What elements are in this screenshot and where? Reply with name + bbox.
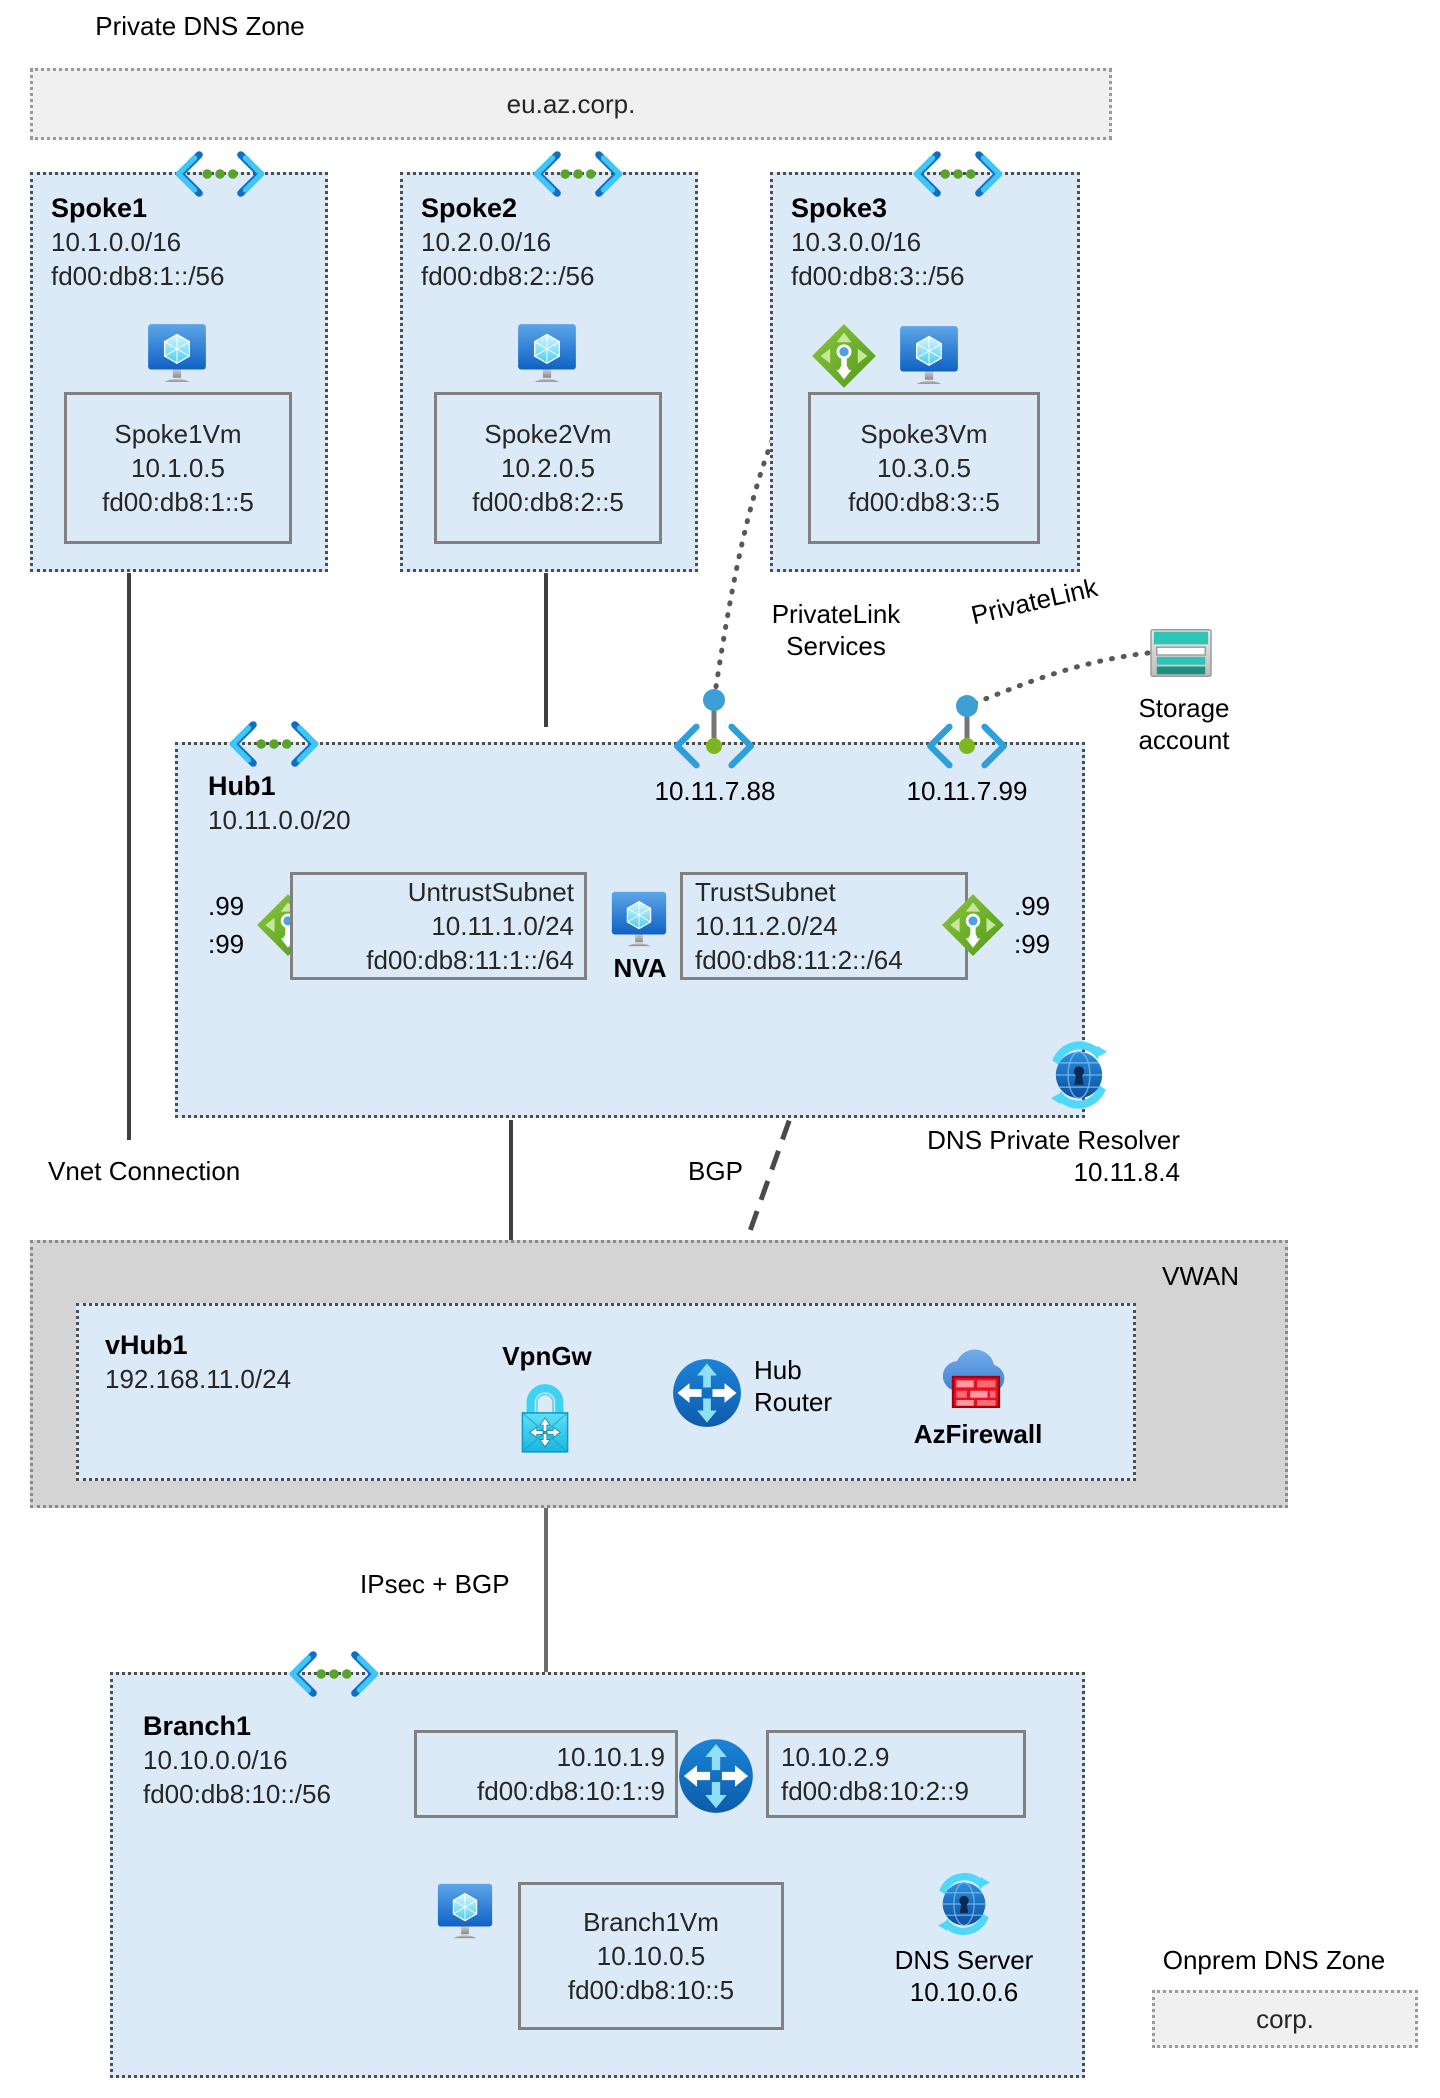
spoke1-cidr4: 10.1.0.0/16: [51, 227, 182, 257]
hub1-right-router-v4: .99: [1014, 891, 1051, 921]
spoke2-cidr4: 10.2.0.0/16: [421, 227, 552, 257]
azure-firewall-icon: [941, 1348, 1006, 1409]
branch1-vm-ip6: fd00:db8:10::5: [567, 1975, 735, 2005]
privatelink-services-label-line1: PrivateLink: [771, 599, 901, 629]
hub-router-icon: [679, 1739, 753, 1813]
storage-account-icon: [1150, 629, 1212, 677]
private-dns-zone-title: Private DNS Zone: [95, 11, 305, 41]
spoke3-cidr4: 10.3.0.0/16: [791, 227, 922, 257]
branch1-vm-box[interactable]: Branch1Vm 10.10.0.5 fd00:db8:10::5: [518, 1882, 784, 2030]
untrust-subnet-name: UntrustSubnet: [407, 877, 574, 907]
vm-icon: [147, 323, 207, 383]
branch1-iface-left-ip6: fd00:db8:10:1::9: [477, 1776, 665, 1806]
vnet-connector-icon: [530, 150, 626, 198]
trust-subnet-cidr4: 10.11.2.0/24: [695, 911, 838, 941]
vm-icon: [611, 891, 667, 947]
spoke1-vm-ip6: fd00:db8:1::5: [102, 487, 254, 517]
hub1-cidr4: 10.11.0.0/20: [208, 805, 351, 835]
spoke1-cidr6: fd00:db8:1::/56: [51, 261, 225, 291]
vnet-connector-icon: [172, 150, 268, 198]
hub-router-label-line1: Hub: [754, 1355, 802, 1385]
trust-subnet-cidr6: fd00:db8:11:2::/64: [695, 945, 903, 975]
route-table-icon: [812, 324, 876, 388]
onprem-dns-zone-box: corp.: [1152, 1990, 1418, 2048]
spoke3-vm-ip4: 10.3.0.5: [877, 453, 971, 483]
spoke1-vm-ip4: 10.1.0.5: [131, 453, 225, 483]
branch1-iface-right-box[interactable]: 10.10.2.9 fd00:db8:10:2::9: [766, 1730, 1026, 1818]
private-endpoint-icon: [919, 722, 1015, 770]
branch1-iface-right-ip4: 10.10.2.9: [781, 1742, 890, 1772]
private-dns-zone-box: eu.az.corp.: [30, 68, 1112, 140]
azfirewall-label: AzFirewall: [913, 1419, 1043, 1449]
network-diagram: Private DNS Zone eu.az.corp. Spoke1 10.1…: [0, 0, 1440, 2098]
hub1-right-router-v6: :99: [1014, 929, 1051, 959]
hub1-left-router-v4: .99: [208, 891, 245, 921]
untrust-subnet-cidr4: 10.11.1.0/24: [431, 911, 574, 941]
vnet-connector-icon: [226, 720, 322, 768]
bgp-label: BGP: [688, 1156, 743, 1186]
spoke2-vm-ip4: 10.2.0.5: [501, 453, 595, 483]
spoke1-vm-box[interactable]: Spoke1Vm 10.1.0.5 fd00:db8:1::5: [64, 392, 292, 544]
onprem-dns-zone-name: corp.: [1256, 2004, 1314, 2034]
private-endpoint-icon: [666, 722, 762, 770]
trust-subnet-name: TrustSubnet: [695, 877, 836, 907]
vm-icon: [517, 323, 577, 383]
untrust-subnet-cidr6: fd00:db8:11:1::/64: [366, 945, 574, 975]
ipsec-bgp-label: IPsec + BGP: [360, 1569, 510, 1599]
spoke1-vm-name: Spoke1Vm: [114, 419, 242, 449]
route-table-icon: [942, 894, 1004, 956]
vwan-label: VWAN: [1162, 1261, 1240, 1291]
dns-server-label: DNS Server: [894, 1945, 1034, 1975]
untrust-subnet-box[interactable]: UntrustSubnet 10.11.1.0/24 fd00:db8:11:1…: [290, 872, 587, 980]
storage-account-label-line2: account: [1138, 725, 1230, 755]
privatelink-services-label-line2: Services: [786, 631, 886, 661]
hub-router-icon: [673, 1359, 741, 1427]
branch1-vm-name: Branch1Vm: [583, 1907, 719, 1937]
trust-subnet-box[interactable]: TrustSubnet 10.11.2.0/24 fd00:db8:11:2::…: [680, 872, 968, 980]
vm-icon: [437, 1883, 493, 1939]
storage-account-label-line1: Storage: [1138, 693, 1230, 723]
hub1-pe-ip-2: 10.11.7.99: [906, 776, 1028, 806]
nva-label: NVA: [613, 953, 667, 983]
vnet-connector-icon: [286, 1650, 382, 1698]
hub-router-label-line2: Router: [754, 1387, 833, 1417]
branch1-iface-left-box[interactable]: 10.10.1.9 fd00:db8:10:1::9: [414, 1730, 678, 1818]
vm-icon: [899, 325, 959, 385]
dns-server-ip: 10.10.0.6: [909, 1977, 1019, 2007]
dns-private-resolver-ip: 10.11.8.4: [1073, 1157, 1180, 1187]
branch1-vm-ip4: 10.10.0.5: [596, 1941, 706, 1971]
vnet-connection-label: Vnet Connection: [48, 1156, 241, 1186]
spoke2-cidr6: fd00:db8:2::/56: [421, 261, 595, 291]
dns-private-resolver-label: DNS Private Resolver: [927, 1125, 1180, 1155]
onprem-dns-zone-title: Onprem DNS Zone: [1162, 1945, 1386, 1975]
spoke2-vm-box[interactable]: Spoke2Vm 10.2.0.5 fd00:db8:2::5: [434, 392, 662, 544]
vpn-gateway-icon: [512, 1378, 578, 1456]
dns-private-resolver-icon: [1050, 1040, 1108, 1110]
private-dns-zone-name: eu.az.corp.: [506, 89, 636, 119]
spoke3-cidr6: fd00:db8:3::/56: [791, 261, 965, 291]
hub1-pe-ip-1: 10.11.7.88: [654, 776, 776, 806]
vpngw-label: VpnGw: [502, 1341, 592, 1371]
spoke3-vm-ip6: fd00:db8:3::5: [848, 487, 1000, 517]
spoke3-vm-box[interactable]: Spoke3Vm 10.3.0.5 fd00:db8:3::5: [808, 392, 1040, 544]
vnet-connector-icon: [910, 150, 1006, 198]
dns-server-icon: [937, 1872, 991, 1936]
spoke2-vm-name: Spoke2Vm: [484, 419, 612, 449]
spoke2-vm-ip6: fd00:db8:2::5: [472, 487, 624, 517]
branch1-iface-left-ip4: 10.10.1.9: [556, 1742, 665, 1772]
hub1-left-router-v6: :99: [208, 929, 245, 959]
spoke3-vm-name: Spoke3Vm: [860, 419, 988, 449]
branch1-iface-right-ip6: fd00:db8:10:2::9: [781, 1776, 969, 1806]
